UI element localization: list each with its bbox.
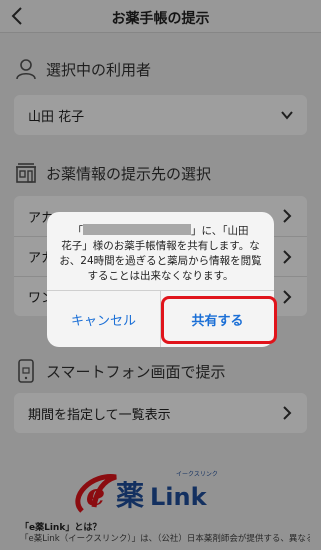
- dialog-message: 「」に、「山田 花子」様のお薬手帳情報を共有します。な お、24時間を過ぎると薬…: [59, 224, 262, 282]
- share-button-highlight: [161, 296, 277, 344]
- cancel-button[interactable]: キャンセル: [47, 291, 160, 347]
- share-confirmation-screen: お薬手帳の提示 選択中の利用者 山田 花子 お薬情報の提示先の選択 アカ アカ …: [0, 0, 321, 550]
- redacted-pharmacy-name: [83, 224, 192, 235]
